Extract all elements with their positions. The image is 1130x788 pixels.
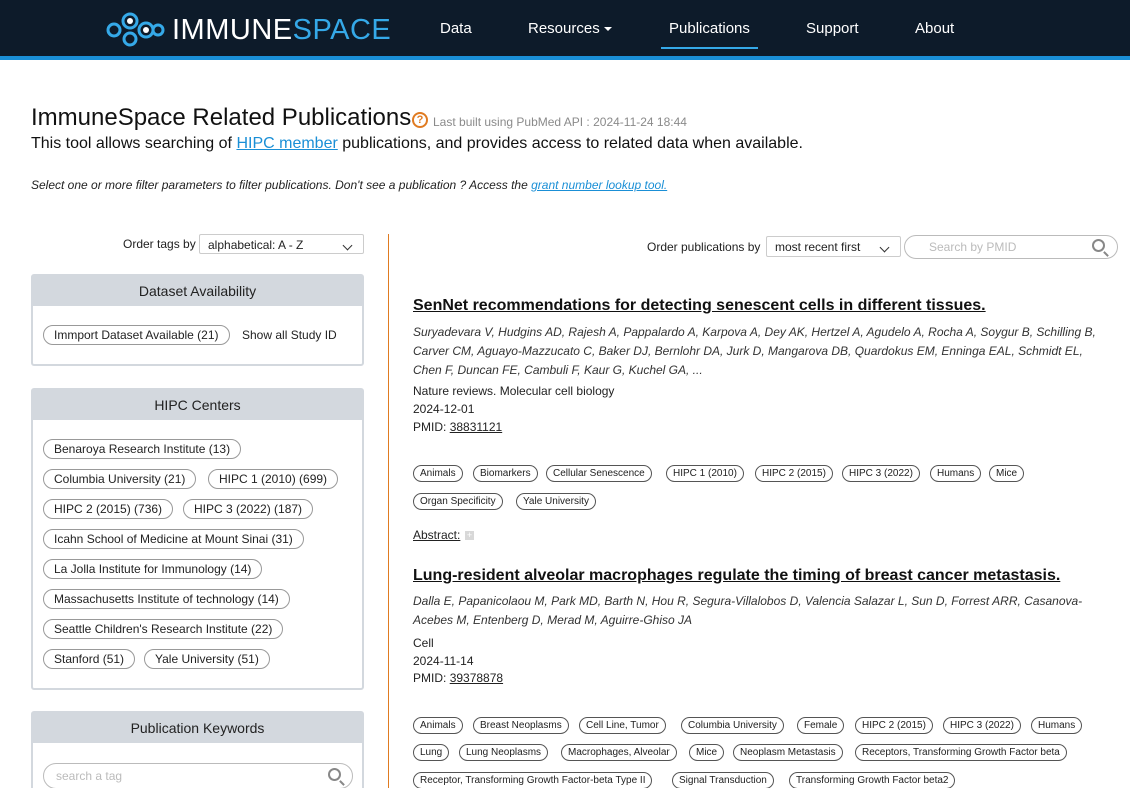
publication-journal: Nature reviews. Molecular cell biology (413, 384, 615, 398)
publication-title[interactable]: SenNet recommendations for detecting sen… (413, 297, 986, 315)
publication-keywords-heading: Publication Keywords (33, 713, 362, 743)
filter-hint: Select one or more filter parameters to … (31, 178, 668, 192)
logo-text: IMMUNESPACE (172, 13, 392, 46)
chevron-down-icon (879, 242, 890, 253)
tag-center[interactable]: Columbia University (21) (43, 469, 197, 489)
nav-support[interactable]: Support (806, 20, 859, 50)
keyword-tag[interactable]: Receptor, Transforming Growth Factor-bet… (413, 772, 653, 788)
publication-authors: Suryadevara V, Hudgins AD, Rajesh A, Pap… (413, 325, 1096, 377)
tag-center[interactable]: La Jolla Institute for Immunology (14) (43, 559, 263, 579)
keyword-tag[interactable]: Cellular Senescence (546, 465, 652, 482)
grant-lookup-link[interactable]: grant number lookup tool. (531, 178, 667, 192)
keyword-tag[interactable]: HIPC 3 (2022) (943, 717, 1021, 734)
keyword-tag[interactable]: HIPC 3 (2022) (842, 465, 920, 482)
publication-keywords-panel: Publication Keywords search a tag (31, 711, 364, 788)
keyword-tag[interactable]: Yale University (516, 493, 596, 510)
publication-date: 2024-12-01 (413, 402, 475, 416)
page-title: ImmuneSpace Related Publications (31, 104, 412, 131)
keyword-tag[interactable]: HIPC 2 (2015) (855, 717, 933, 734)
keyword-tag[interactable]: Lung (413, 744, 450, 761)
tag-center[interactable]: HIPC 1 (2010) (699) (208, 469, 339, 489)
tag-center[interactable]: Yale University (51) (144, 649, 270, 669)
last-built-text: Last built using PubMed API : 2024-11-24… (433, 115, 687, 129)
nav-about[interactable]: About (915, 20, 954, 50)
tag-center[interactable]: Stanford (51) (43, 649, 136, 669)
immunespace-logo[interactable]: IMMUNESPACE (104, 10, 391, 50)
chevron-down-icon (342, 240, 353, 251)
hipc-member-link[interactable]: HIPC member (236, 135, 337, 152)
keyword-tag[interactable]: HIPC 2 (2015) (755, 465, 833, 482)
publication-pmid: PMID: 39378878 (413, 671, 504, 685)
order-tags-value: alphabetical: A - Z (208, 238, 304, 252)
navbar: IMMUNESPACE Data Resources Publications … (0, 0, 1130, 60)
keyword-tag[interactable]: Macrophages, Alveolar (561, 744, 677, 761)
order-tags-label: Order tags by (123, 237, 196, 251)
show-all-study-id[interactable]: Show all Study ID (242, 328, 337, 342)
nav-publications[interactable]: Publications (661, 20, 758, 50)
keyword-tag[interactable]: Animals (413, 717, 463, 734)
publication-journal: Cell (413, 636, 434, 650)
expand-plus-icon[interactable]: + (465, 531, 474, 540)
publication-date: 2024-11-14 (413, 654, 474, 668)
tag-immport-dataset[interactable]: Immport Dataset Available (21) (43, 325, 230, 345)
pmid-link[interactable]: 39378878 (450, 671, 503, 685)
pmid-link[interactable]: 38831121 (450, 420, 503, 434)
keyword-tag[interactable]: Transforming Growth Factor beta2 (789, 772, 956, 788)
dataset-availability-panel: Dataset Availability Immport Dataset Ava… (31, 274, 364, 366)
order-pubs-label: Order publications by (647, 240, 761, 254)
tag-center[interactable]: HIPC 2 (2015) (736) (43, 499, 174, 519)
keyword-tag[interactable]: Breast Neoplasms (473, 717, 569, 734)
pmid-search-input[interactable]: Search by PMID (904, 235, 1118, 259)
caret-down-icon (603, 27, 612, 32)
keyword-tag[interactable]: Female (797, 717, 845, 734)
molecule-logo-icon (106, 12, 165, 47)
column-divider (388, 234, 389, 788)
order-pubs-select[interactable]: most recent first (766, 236, 901, 257)
hipc-centers-panel: HIPC Centers Benaroya Research Institute… (31, 388, 364, 690)
intro-text: This tool allows searching of HIPC membe… (31, 135, 803, 152)
keyword-tag[interactable]: Humans (1031, 717, 1083, 734)
tag-center[interactable]: Icahn School of Medicine at Mount Sinai … (43, 529, 304, 549)
abstract-toggle[interactable]: Abstract: (413, 528, 460, 542)
help-icon[interactable]: ? (412, 112, 428, 128)
tag-search-input[interactable]: search a tag (43, 763, 353, 788)
order-pubs-value: most recent first (775, 240, 861, 254)
tag-center[interactable]: Massachusetts Institute of technology (1… (43, 589, 290, 609)
keyword-tag[interactable]: Signal Transduction (672, 772, 774, 788)
publication-title[interactable]: Lung-resident alveolar macrophages regul… (413, 567, 1060, 585)
keyword-tag[interactable]: Biomarkers (473, 465, 538, 482)
keyword-tag[interactable]: Columbia University (681, 717, 784, 734)
keyword-tag[interactable]: Mice (989, 465, 1025, 482)
hipc-centers-heading: HIPC Centers (33, 390, 362, 420)
nav-resources[interactable]: Resources (528, 20, 612, 50)
publication-authors: Dalla E, Papanicolaou M, Park MD, Barth … (413, 594, 1083, 627)
keyword-tag[interactable]: Animals (413, 465, 463, 482)
keyword-tag[interactable]: Lung Neoplasms (459, 744, 549, 761)
keyword-tag[interactable]: Humans (930, 465, 982, 482)
order-tags-select[interactable]: alphabetical: A - Z (199, 234, 364, 254)
keyword-tag[interactable]: Cell Line, Tumor (579, 717, 666, 734)
tag-center[interactable]: HIPC 3 (2022) (187) (183, 499, 314, 519)
search-icon[interactable] (1092, 239, 1105, 252)
keyword-tag[interactable]: Organ Specificity (413, 493, 503, 510)
keyword-tag[interactable]: Receptors, Transforming Growth Factor be… (855, 744, 1067, 761)
keyword-tag[interactable]: Mice (689, 744, 725, 761)
tag-center[interactable]: Seattle Children's Research Institute (2… (43, 619, 284, 639)
publication-pmid: PMID: 38831121 (413, 420, 503, 434)
nav-data[interactable]: Data (440, 20, 472, 50)
search-icon[interactable] (328, 768, 341, 781)
tag-center[interactable]: Benaroya Research Institute (13) (43, 439, 242, 459)
dataset-availability-heading: Dataset Availability (33, 276, 362, 306)
keyword-tag[interactable]: Neoplasm Metastasis (733, 744, 843, 761)
keyword-tag[interactable]: HIPC 1 (2010) (666, 465, 744, 482)
